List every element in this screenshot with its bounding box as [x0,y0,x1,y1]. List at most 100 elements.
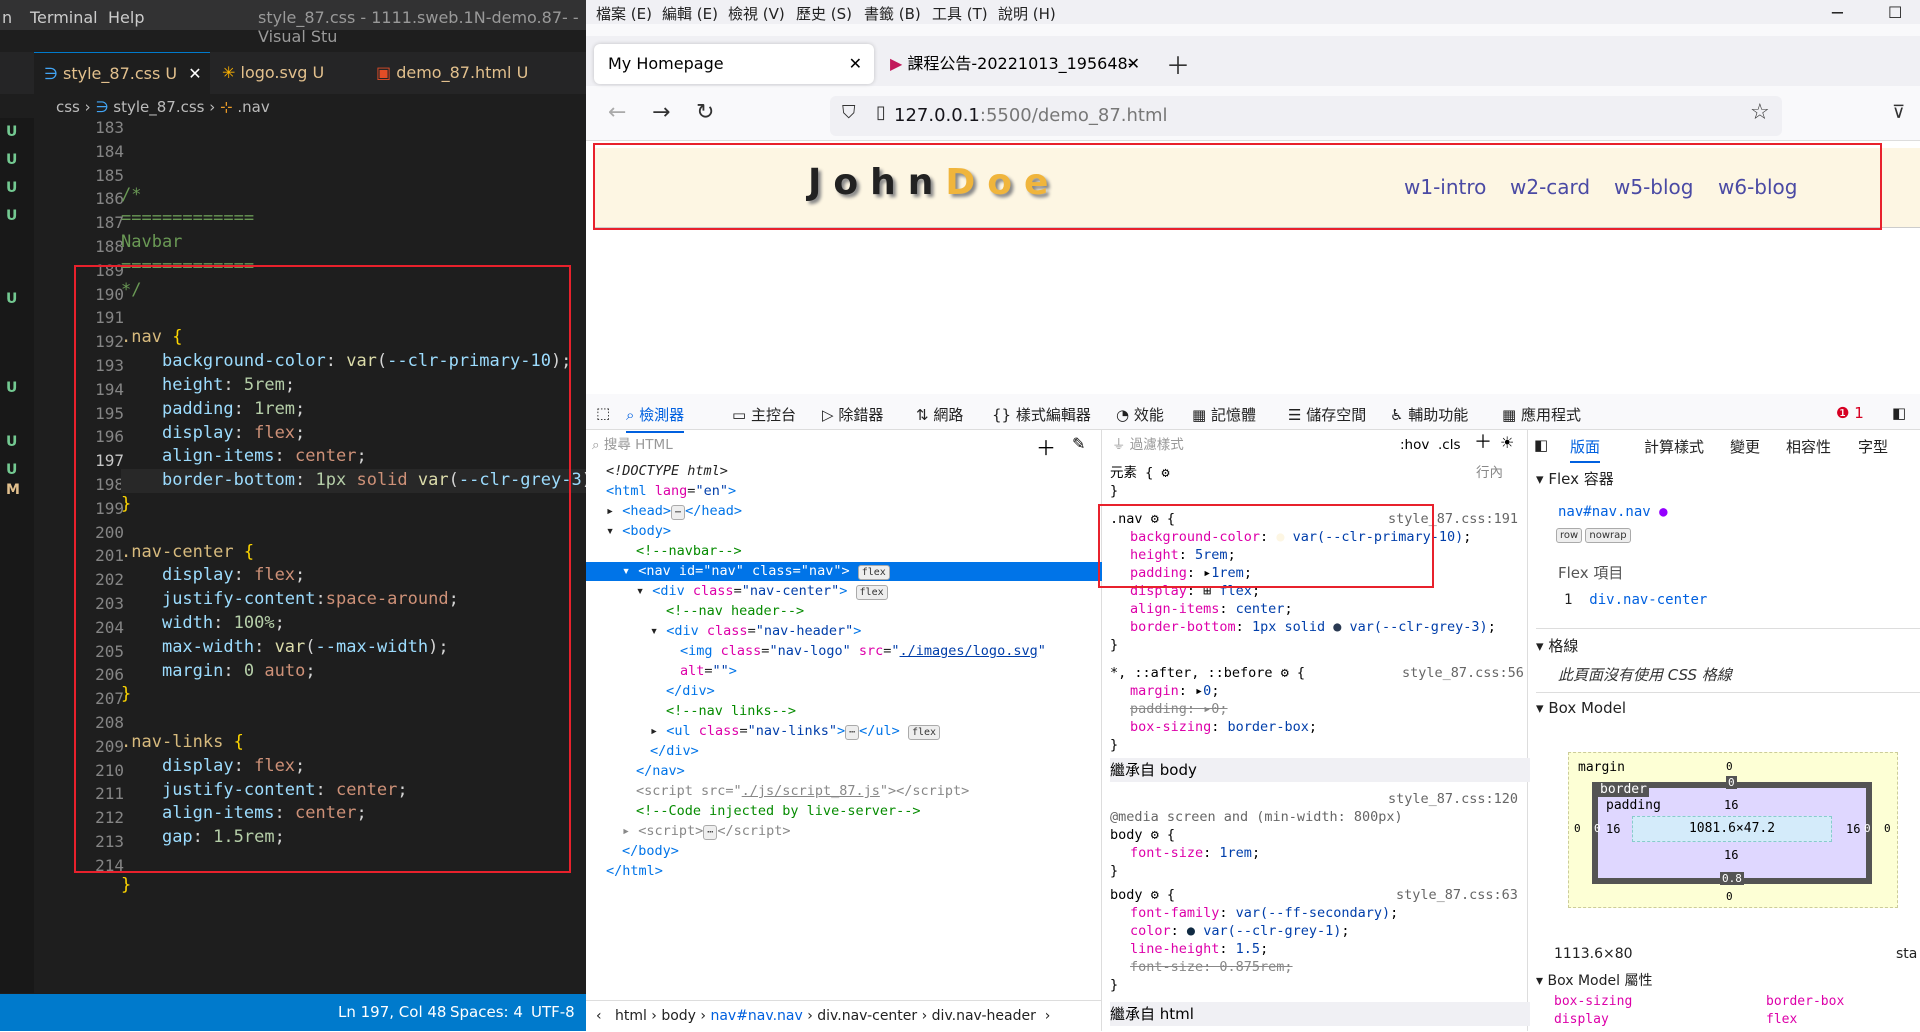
dom-node[interactable]: ▾ <div class="nav-center"> flex [636,582,888,601]
menu-view[interactable]: 檢視 (V) [728,3,785,24]
encoding[interactable]: UTF-8 [531,1003,575,1021]
indentation[interactable]: Spaces: 4 [450,1003,523,1021]
cls-toggle[interactable]: .cls [1438,436,1461,454]
rule-star-selector[interactable]: *, ::after, ::before ⚙ { [1110,664,1305,682]
dom-node[interactable]: </html> [606,862,663,881]
dom-node[interactable]: <script src="./js/script_87.js"></script… [636,782,969,801]
add-node-icon[interactable]: ＋ [1036,432,1056,461]
sidebar-toggle-icon[interactable]: ◧ [1534,436,1548,454]
tab-performance[interactable]: ◔ 效能 [1116,404,1164,425]
dom-node[interactable]: ▸ <script> ⋯ </script> [622,822,790,841]
light-mode-icon[interactable]: ☀ [1500,434,1514,452]
menu-item-partial[interactable]: n [2,8,12,27]
css-declaration[interactable]: background-color: ● var(--clr-primary-10… [1130,528,1471,546]
menu-item-terminal[interactable]: Terminal [30,8,98,27]
css-declaration[interactable]: font-size: 1rem; [1130,844,1260,862]
dom-node[interactable]: <!--nav header--> [666,602,804,621]
dom-node[interactable]: <img class="nav-logo" src="./images/logo… [680,642,1046,661]
minimize-icon[interactable]: ─ [1832,3,1843,24]
dom-node[interactable]: </div> [666,682,715,701]
dom-node[interactable]: alt=""> [680,662,737,681]
nav-link-w2[interactable]: w2-card [1510,175,1590,199]
tab-changes[interactable]: 變更 [1730,436,1760,457]
rule-source-link[interactable]: style_87.css:120 [1388,790,1518,808]
filter-styles-input[interactable]: ⏚ 過濾樣式 [1112,436,1184,454]
flex-target[interactable]: nav#nav.nav ● [1558,504,1668,520]
hov-toggle[interactable]: :hov [1400,436,1429,454]
new-tab-icon[interactable]: ＋ [1166,46,1190,81]
css-declaration[interactable]: align-items: center; [1130,600,1293,618]
dock-icon[interactable]: ◧ [1892,404,1906,422]
dom-node[interactable]: <!DOCTYPE html> [606,462,728,481]
dom-node[interactable]: ▾ <div class="nav-header"> [650,622,861,641]
flex-item[interactable]: 1 div.nav-center [1564,592,1707,608]
tab-fonts[interactable]: 字型 [1858,436,1888,457]
close-icon[interactable]: ✕ [849,44,862,84]
menu-bookmarks[interactable]: 書籤 (B) [864,3,921,24]
search-html-input[interactable]: ⌕ 搜尋 HTML [592,436,673,455]
tab-console[interactable]: ▭ 主控台 [732,404,796,425]
page-icon[interactable]: ▯ [876,102,886,123]
nav-link-w5[interactable]: w5-blog [1614,175,1693,199]
css-declaration[interactable]: height: 5rem; [1130,546,1236,564]
tab-compatibility[interactable]: 相容性 [1786,436,1831,457]
tab-demo-html[interactable]: ▣ demo_87.html U [366,52,556,94]
back-icon[interactable]: ← [608,100,626,125]
nav-link-w6[interactable]: w6-blog [1718,175,1797,199]
tab-my-homepage[interactable]: My Homepage ✕ [594,44,874,84]
tab-course-announcement[interactable]: ▶ 課程公告-20221013_195648- ✕ [876,44,1146,84]
maximize-icon[interactable]: ☐ [1888,3,1902,22]
pick-element-icon[interactable]: ⬚ [596,404,610,422]
rule-source-link[interactable]: style_87.css:56 [1402,664,1524,682]
element-rule[interactable]: 元素 { ⚙ [1110,464,1170,482]
css-declaration-overridden[interactable]: font-size: 0.875rem; [1130,958,1293,976]
css-declaration[interactable]: color: ● var(--clr-grey-1); [1130,922,1350,940]
menu-help[interactable]: 說明 (H) [998,3,1056,24]
add-rule-icon[interactable]: ＋ [1474,434,1492,452]
error-count[interactable]: ❶ 1 [1836,404,1864,422]
tab-network[interactable]: ⇅ 網路 [916,404,963,425]
dom-node[interactable]: ▸ <ul class="nav-links"> ⋯ </ul> flex [650,722,941,741]
css-declaration[interactable]: border-bottom: 1px solid ● var(--clr-gre… [1130,618,1496,636]
dom-node[interactable]: <!--Code injected by live-server--> [636,802,920,821]
tab-application[interactable]: ▦ 應用程式 [1502,404,1581,425]
tab-logo-svg[interactable]: ✳ logo.svg U [212,52,364,94]
css-declaration[interactable]: font-family: var(--ff-secondary); [1130,904,1398,922]
rule-source-link[interactable]: style_87.css:63 [1396,886,1518,904]
content-box[interactable]: 1081.6×47.2 [1632,816,1832,842]
box-model-header[interactable]: ▾ Box Model [1536,692,1920,717]
tab-storage[interactable]: ☰ 儲存空間 [1288,404,1366,425]
dom-node[interactable]: </div> [650,742,699,761]
tab-computed[interactable]: 計算樣式 [1644,436,1704,457]
css-declaration[interactable]: box-sizing: border-box; [1130,718,1317,736]
flex-container-header[interactable]: ▾ Flex 容器 [1536,468,1614,489]
tab-inspector[interactable]: ⌕ 檢測器 [626,404,685,433]
tab-debugger[interactable]: ▷ 除錯器 [822,404,883,425]
dom-node[interactable]: <!--nav links--> [666,702,796,721]
rule-body-selector[interactable]: body ⚙ { [1110,826,1175,844]
dom-node[interactable]: ▾ <body> [606,522,671,541]
reload-icon[interactable]: ↻ [696,100,714,125]
url-bar[interactable]: 127.0.0.1:5500/demo_87.html [830,96,1782,136]
tab-layout[interactable]: 版面 [1570,436,1601,463]
nav-link-w1[interactable]: w1-intro [1404,175,1486,199]
rule-nav-selector[interactable]: .nav ⚙ { [1110,510,1175,528]
shield-icon[interactable]: ⛉ [842,102,856,123]
tab-accessibility[interactable]: ♿ 輔助功能 [1390,404,1468,425]
rule-body-selector[interactable]: body ⚙ { [1110,886,1175,904]
rule-source-link[interactable]: style_87.css:191 [1388,510,1518,528]
code-editor[interactable]: /* ============= Navbar ============= */ .na… [121,116,586,938]
css-declaration[interactable]: padding: ▸1rem; [1130,564,1252,582]
pocket-icon[interactable]: ⊽ [1892,102,1905,123]
dom-node[interactable]: </nav> [636,762,685,781]
grid-header[interactable]: ▾ 格線 [1536,628,1920,656]
dom-node[interactable]: ▸ <head> ⋯ </head> [606,502,742,521]
dom-node[interactable]: <!--navbar--> [636,542,742,561]
css-declaration-overridden[interactable]: padding: ▸0; [1130,700,1228,718]
menu-edit[interactable]: 編輯 (E) [662,3,718,24]
close-icon[interactable]: ✕ [1127,44,1140,84]
menu-file[interactable]: 檔案 (E) [596,3,652,24]
menu-tools[interactable]: 工具 (T) [932,3,988,24]
css-declaration[interactable]: margin: ▸0; [1130,682,1219,700]
box-props-header[interactable]: ▾ Box Model 屬性 [1536,970,1652,990]
